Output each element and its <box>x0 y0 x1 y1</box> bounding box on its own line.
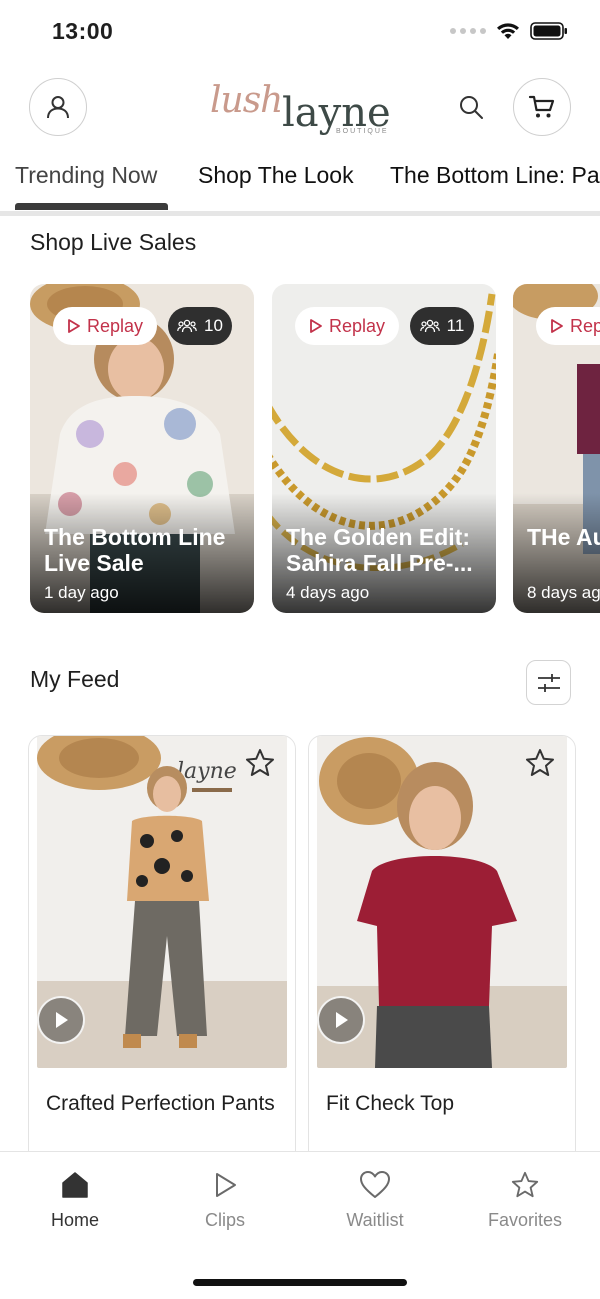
feed-filter-button[interactable] <box>526 660 571 705</box>
nav-clips-label: Clips <box>204 1210 245 1230</box>
signal-icon <box>450 28 486 34</box>
nav-favorites-label: Favorites <box>487 1210 563 1230</box>
nav-waitlist-label: Waitlist <box>346 1210 404 1230</box>
live-sale-time: 4 days ago <box>286 583 370 602</box>
search-icon <box>460 96 483 119</box>
nav-favorites[interactable]: Favorites <box>470 1170 580 1231</box>
tab-trending-now[interactable]: Trending Now <box>15 162 157 189</box>
live-sales-heading: Shop Live Sales <box>30 229 197 255</box>
heart-icon <box>360 1171 390 1198</box>
viewer-count-badge: 11 <box>410 307 474 345</box>
feed-card-image: layne <box>37 736 287 1068</box>
play-icon <box>336 1012 348 1028</box>
nav-home[interactable]: Home <box>20 1170 130 1231</box>
live-sale-time: 1 day ago <box>44 583 119 602</box>
play-icon <box>56 1012 68 1028</box>
favorite-button[interactable] <box>241 744 279 782</box>
bottom-navigation: Home Clips Waitlist Favorites <box>0 1151 600 1299</box>
star-icon <box>511 1171 539 1198</box>
play-video-button[interactable] <box>37 996 85 1044</box>
star-icon <box>246 749 274 776</box>
app-header: lush layne BOUTIQUE <box>0 78 600 140</box>
replay-label: Rep <box>570 315 600 336</box>
viewer-count-badge: 10 <box>168 307 232 345</box>
nav-waitlist[interactable]: Waitlist <box>320 1170 430 1231</box>
feed-card-image <box>317 736 567 1068</box>
home-icon <box>62 1172 88 1198</box>
user-icon <box>47 96 69 119</box>
cart-button[interactable] <box>513 78 571 136</box>
play-video-button[interactable] <box>317 996 365 1044</box>
replay-badge[interactable]: Rep <box>536 307 600 345</box>
feed-card-title: Crafted Perfection Pants <box>46 1092 275 1115</box>
live-sale-card[interactable]: Replay 11 The Golden Edit: Sahira Fall P… <box>272 284 496 613</box>
viewers-icon <box>419 319 440 333</box>
tab-shop-the-look[interactable]: Shop The Look <box>198 162 354 189</box>
viewer-count: 10 <box>204 316 223 335</box>
profile-button[interactable] <box>29 78 87 136</box>
feed-card-title: Fit Check Top <box>326 1092 454 1115</box>
status-bar: 13:00 <box>0 0 600 66</box>
wifi-icon <box>497 23 519 39</box>
search-button[interactable] <box>454 90 488 124</box>
home-indicator <box>193 1279 407 1286</box>
live-sales-carousel: Replay 10 The Bottom Line Live Sale 1 da… <box>0 284 600 614</box>
viewers-icon <box>177 319 197 333</box>
replay-label: Replay <box>329 315 386 336</box>
play-outline-icon <box>551 319 563 333</box>
category-tabs: Trending Now Shop The Look The Bottom Li… <box>0 160 600 216</box>
play-outline-icon <box>310 319 322 333</box>
logo-sub-text: BOUTIQUE <box>336 128 389 135</box>
status-icons <box>450 22 568 40</box>
star-icon <box>526 749 554 776</box>
svg-text:layne: layne <box>177 759 237 784</box>
viewer-count: 11 <box>446 316 465 335</box>
my-feed-heading: My Feed <box>30 666 120 692</box>
replay-badge[interactable]: Replay <box>53 307 158 345</box>
cart-icon <box>528 95 555 118</box>
status-time: 13:00 <box>52 18 114 44</box>
live-sale-title: The Golden Edit: Sahira Fall Pre-... <box>286 524 473 576</box>
live-sale-card[interactable]: Rep THe Au Live Sa 8 days ag <box>513 284 600 613</box>
feed-card[interactable]: layne Crafted Perfection Pants <box>28 735 296 1165</box>
live-sale-card[interactable]: Replay 10 The Bottom Line Live Sale 1 da… <box>30 284 254 613</box>
brand-logo[interactable]: lush layne BOUTIQUE <box>208 78 398 140</box>
live-sale-title: THe Au Live Sa <box>527 524 600 550</box>
nav-clips[interactable]: Clips <box>170 1170 280 1231</box>
battery-icon <box>530 22 567 40</box>
sliders-icon <box>537 673 560 692</box>
tab-the-bottom-line[interactable]: The Bottom Line: Pa <box>390 162 600 189</box>
favorite-button[interactable] <box>521 744 559 782</box>
live-sale-time: 8 days ag <box>527 583 600 602</box>
replay-badge[interactable]: Replay <box>295 307 400 345</box>
play-outline-icon <box>68 319 80 333</box>
live-sale-title: The Bottom Line Live Sale <box>44 524 226 576</box>
logo-script-text: lush <box>210 80 283 121</box>
nav-home-label: Home <box>50 1210 99 1230</box>
active-tab-indicator <box>15 203 168 210</box>
feed-card[interactable]: Fit Check Top <box>308 735 576 1165</box>
play-icon <box>216 1173 236 1197</box>
tabs-divider <box>0 211 600 216</box>
replay-label: Replay <box>87 315 144 336</box>
